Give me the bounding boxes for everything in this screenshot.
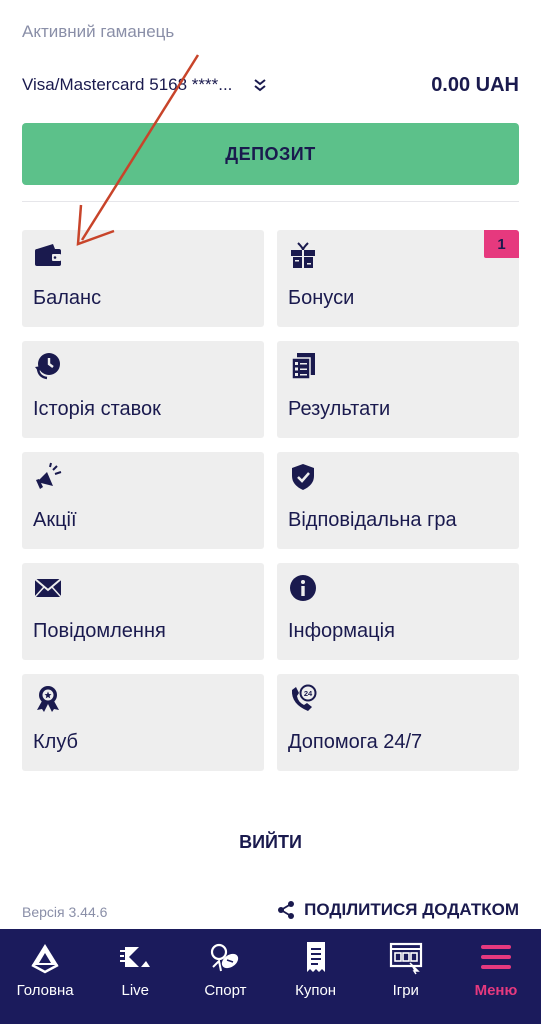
tile-label: Клуб: [33, 731, 78, 753]
wallet-balance: 0.00 UAH: [431, 73, 519, 96]
info-icon: [290, 575, 316, 601]
live-icon: [120, 947, 151, 967]
nav-coupon[interactable]: Купон: [271, 929, 361, 1024]
results-icon: [291, 353, 315, 380]
tile-bonuses[interactable]: Бонуси 1: [277, 230, 519, 327]
wallet-icon: [35, 244, 61, 266]
nav-label: Купон: [295, 982, 337, 999]
games-icon: [389, 942, 422, 975]
tile-responsible-gaming[interactable]: Відповідальна гра: [277, 452, 519, 549]
share-app-button[interactable]: ПОДІЛИТИСЯ ДОДАТКОМ: [276, 900, 519, 920]
tile-club[interactable]: Клуб: [22, 674, 264, 771]
share-label: ПОДІЛИТИСЯ ДОДАТКОМ: [304, 900, 519, 919]
tile-information[interactable]: Інформація: [277, 563, 519, 660]
tile-label: Бонуси: [288, 287, 355, 309]
menu-icon: [480, 945, 511, 969]
shield-check-icon: [292, 464, 314, 490]
phone-24-icon: 24: [291, 684, 317, 711]
notification-badge: 1: [484, 230, 519, 258]
app-version: Версія 3.44.6: [22, 904, 108, 920]
tile-label: Інформація: [288, 620, 395, 642]
nav-label: Меню: [474, 982, 518, 999]
tile-label: Баланс: [33, 287, 102, 309]
tile-label: Історія ставок: [33, 398, 161, 420]
nav-label: Ігри: [392, 982, 419, 999]
tile-support[interactable]: 24 Допомога 24/7: [277, 674, 519, 771]
tile-bet-history[interactable]: Історія ставок: [22, 341, 264, 438]
tile-label: Повідомлення: [33, 620, 166, 642]
nav-label: Спорт: [204, 982, 247, 999]
tile-label: Відповідальна гра: [288, 509, 457, 531]
divider: [22, 201, 519, 202]
share-icon: [278, 901, 295, 919]
gift-icon: [291, 242, 315, 268]
nav-sport[interactable]: Спорт: [180, 929, 270, 1024]
tile-results[interactable]: Результати: [277, 341, 519, 438]
wallet-label: Активний гаманець: [22, 22, 175, 41]
deposit-button[interactable]: ДЕПОЗИТ: [22, 123, 519, 185]
logout-button[interactable]: ВИЙТИ: [0, 832, 541, 853]
tile-promotions[interactable]: Акції: [22, 452, 264, 549]
tile-label: Допомога 24/7: [288, 731, 423, 753]
envelope-icon: [34, 578, 62, 598]
award-icon: [37, 686, 59, 712]
megaphone-icon: [36, 462, 62, 489]
tile-balance[interactable]: Баланс: [22, 230, 264, 327]
tile-label: Акції: [33, 509, 77, 531]
nav-games[interactable]: Ігри: [361, 929, 451, 1024]
tile-messages[interactable]: Повідомлення: [22, 563, 264, 660]
wallet-card-name[interactable]: Visa/Mastercard 5168 ****...: [22, 75, 232, 95]
nav-live[interactable]: Live: [90, 929, 180, 1024]
home-icon: [31, 944, 59, 974]
nav-label: Live: [121, 982, 150, 999]
nav-label: Головна: [16, 982, 74, 999]
wallet-row: Visa/Mastercard 5168 ****... 0.00 UAH: [22, 70, 519, 100]
svg-text:24: 24: [304, 689, 313, 698]
nav-home[interactable]: Головна: [0, 929, 90, 1024]
nav-menu[interactable]: Меню: [451, 929, 541, 1024]
chevron-down-icon[interactable]: [252, 77, 268, 93]
tile-label: Результати: [288, 398, 391, 420]
sport-icon: [211, 943, 239, 972]
history-icon: [35, 353, 60, 380]
coupon-icon: [306, 942, 325, 972]
bottom-navigation: Головна Live Спорт Купон Ігри Меню: [0, 929, 541, 1024]
